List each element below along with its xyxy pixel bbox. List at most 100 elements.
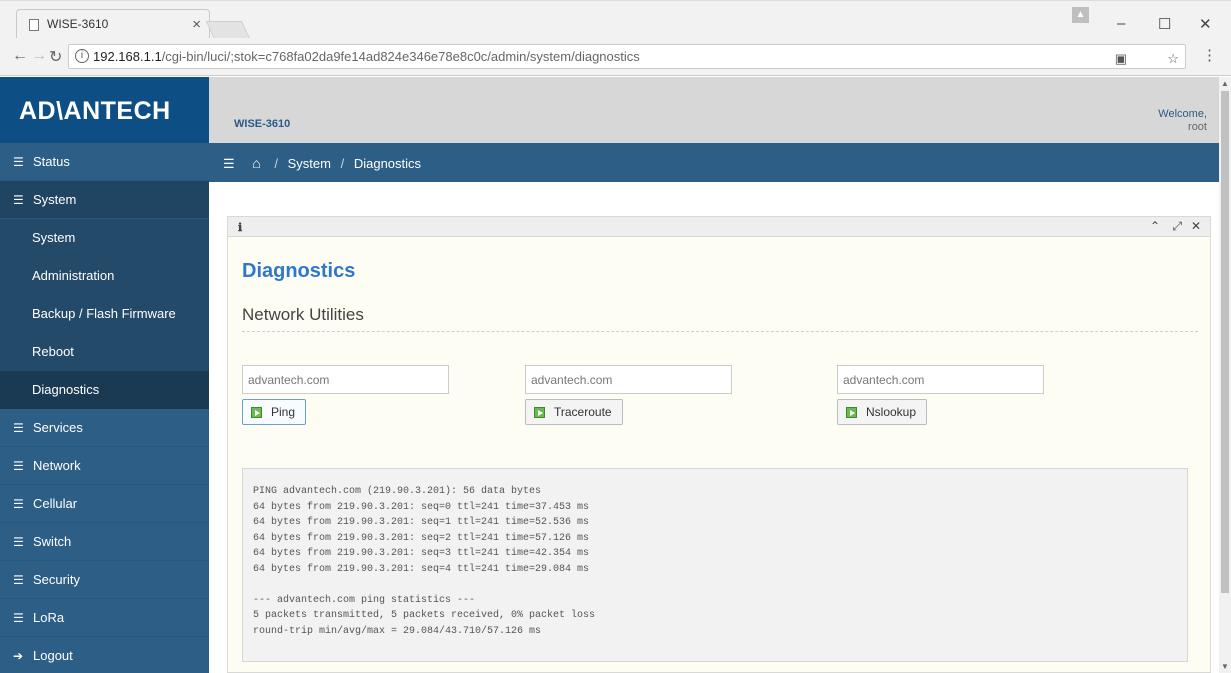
output-line: 64 bytes from 219.90.3.201: seq=4 ttl=24… bbox=[253, 563, 590, 575]
sidebar: ☰ Status ☰ System System Administration Ba… bbox=[0, 143, 209, 673]
info-icon: ℹ bbox=[238, 222, 243, 234]
document-icon bbox=[29, 19, 39, 31]
sidebar-item-switch[interactable]: ☰ Switch bbox=[0, 523, 209, 561]
maximize-icon[interactable]: ☐ bbox=[1158, 15, 1171, 33]
breadcrumb: ☰ ⌂ / System / Diagnostics bbox=[209, 143, 1219, 182]
diagnostics-panel: ℹ ⌃ ⤢ ✕ Diagnostics Network Utilities Pi… bbox=[227, 216, 1211, 673]
panel-header: ℹ ⌃ ⤢ ✕ bbox=[228, 217, 1210, 237]
output-line: round-trip min/avg/max = 29.084/43.710/5… bbox=[253, 625, 542, 637]
sidebar-item-logout[interactable]: ➔ Logout bbox=[0, 637, 209, 673]
play-icon bbox=[251, 406, 262, 418]
hamburger-menu-icon[interactable]: ☰ bbox=[223, 156, 235, 171]
expand-icon[interactable]: ⤢ bbox=[1172, 219, 1182, 234]
button-label: Traceroute bbox=[554, 405, 612, 419]
page-header: AD\ANTECH WISE-3610 Welcome, root bbox=[0, 77, 1219, 143]
list-icon: ☰ bbox=[13, 535, 24, 549]
sidebar-item-status[interactable]: ☰ Status bbox=[0, 143, 209, 181]
close-window-icon[interactable]: ✕ bbox=[1199, 15, 1212, 33]
new-tab-button[interactable] bbox=[205, 21, 251, 39]
collapse-icon[interactable]: ⌃ bbox=[1150, 219, 1160, 233]
forward-arrow-icon[interactable]: → bbox=[31, 47, 47, 65]
list-icon: ☰ bbox=[13, 155, 24, 169]
output-line: 64 bytes from 219.90.3.201: seq=1 ttl=24… bbox=[253, 517, 590, 528]
breadcrumb-system[interactable]: System bbox=[288, 156, 331, 171]
breadcrumb-current: Diagnostics bbox=[353, 156, 422, 171]
submenu-item-system[interactable]: System bbox=[0, 219, 209, 257]
list-icon: ☰ bbox=[13, 421, 24, 435]
sidebar-item-network[interactable]: ☰ Network bbox=[0, 447, 209, 485]
sidebar-item-label: Logout bbox=[33, 648, 73, 663]
sidebar-item-label: Switch bbox=[33, 534, 72, 549]
advantech-logo[interactable]: AD\ANTECH bbox=[0, 77, 209, 143]
list-icon: ☰ bbox=[13, 611, 24, 625]
sidebar-item-label: LoRa bbox=[33, 610, 65, 625]
page-scrollbar[interactable]: ▲ ▼ bbox=[1219, 77, 1231, 673]
tab-title: WISE-3610 bbox=[47, 17, 109, 31]
sidebar-item-services[interactable]: ☰ Services bbox=[0, 409, 209, 447]
output-line: 64 bytes from 219.90.3.201: seq=0 ttl=24… bbox=[253, 501, 590, 513]
output-line: ​ bbox=[253, 577, 1187, 593]
nslookup-button[interactable]: Nslookup bbox=[837, 399, 928, 425]
translate-icon[interactable]: ▣ bbox=[1115, 51, 1127, 67]
submenu-item-backup-flash[interactable]: Backup / Flash Firmware bbox=[0, 295, 209, 333]
profile-icon[interactable]: ▲ bbox=[1072, 7, 1089, 23]
sidebar-item-system[interactable]: ☰ System bbox=[0, 181, 209, 219]
list-icon: ☰ bbox=[13, 497, 24, 511]
traceroute-host-input[interactable] bbox=[525, 365, 732, 394]
sidebar-item-label: Cellular bbox=[33, 496, 78, 511]
home-icon[interactable]: ⌂ bbox=[252, 155, 260, 171]
info-icon[interactable]: i bbox=[75, 49, 89, 63]
scroll-down-icon[interactable]: ▼ bbox=[1221, 662, 1229, 671]
browser-menu-icon[interactable]: ⋮ bbox=[1202, 46, 1217, 64]
list-icon: ☰ bbox=[13, 193, 24, 207]
reload-icon[interactable]: ↻ bbox=[49, 47, 62, 67]
list-icon: ☰ bbox=[13, 459, 24, 473]
url-host: 192.168.1.1 bbox=[93, 49, 162, 64]
nslookup-host-input[interactable] bbox=[837, 365, 1044, 394]
button-label: Ping bbox=[271, 405, 296, 419]
url-field[interactable]: i 192.168.1.1/cgi-bin/luci/;stok=c768fa0… bbox=[68, 44, 1186, 69]
welcome-label: Welcome, bbox=[1158, 108, 1207, 120]
address-bar-row: ← → ↻ i 192.168.1.1/cgi-bin/luci/;stok=c… bbox=[0, 38, 1231, 76]
list-icon: ☰ bbox=[13, 573, 24, 587]
scrollbar-thumb[interactable] bbox=[1221, 91, 1229, 593]
output-line: 64 bytes from 219.90.3.201: seq=2 ttl=24… bbox=[253, 532, 590, 544]
page-title: Diagnostics bbox=[242, 260, 356, 282]
sidebar-item-label: Services bbox=[33, 420, 83, 435]
welcome-text: Welcome, root bbox=[1158, 108, 1207, 134]
url-path: /cgi-bin/luci/;stok=c768fa02da9fe14ad824… bbox=[161, 49, 640, 64]
ping-host-input[interactable] bbox=[242, 365, 449, 394]
sidebar-item-lora[interactable]: ☰ LoRa bbox=[0, 599, 209, 637]
browser-tab-strip: WISE-3610 × ▲ – ☐ ✕ bbox=[0, 0, 1231, 39]
system-submenu: System Administration Backup / Flash Fir… bbox=[0, 219, 209, 409]
submenu-item-diagnostics[interactable]: Diagnostics bbox=[0, 371, 209, 409]
play-icon bbox=[534, 406, 545, 418]
output-line: 5 packets transmitted, 5 packets receive… bbox=[253, 610, 596, 621]
sidebar-item-label: System bbox=[33, 192, 77, 207]
username: root bbox=[1188, 121, 1207, 133]
play-icon bbox=[846, 406, 857, 418]
sidebar-item-label: Status bbox=[33, 154, 70, 169]
browser-tab[interactable]: WISE-3610 × bbox=[16, 9, 210, 39]
logout-icon: ➔ bbox=[13, 649, 24, 663]
back-arrow-icon[interactable]: ← bbox=[12, 47, 28, 65]
minimize-icon[interactable]: – bbox=[1117, 15, 1125, 32]
sidebar-item-label: Network bbox=[33, 458, 81, 473]
command-output: PING advantech.com (219.90.3.201): 56 da… bbox=[242, 468, 1188, 662]
traceroute-button[interactable]: Traceroute bbox=[525, 399, 623, 425]
sidebar-item-cellular[interactable]: ☰ Cellular bbox=[0, 485, 209, 523]
close-panel-icon[interactable]: ✕ bbox=[1191, 219, 1201, 233]
output-line: 64 bytes from 219.90.3.201: seq=3 ttl=24… bbox=[253, 548, 590, 559]
scroll-up-icon[interactable]: ▲ bbox=[1221, 79, 1229, 88]
submenu-item-reboot[interactable]: Reboot bbox=[0, 333, 209, 371]
close-tab-icon[interactable]: × bbox=[192, 16, 201, 33]
output-line: PING advantech.com (219.90.3.201): 56 da… bbox=[253, 486, 542, 497]
submenu-item-administration[interactable]: Administration bbox=[0, 257, 209, 295]
breadcrumb-separator: / bbox=[274, 156, 278, 171]
breadcrumb-separator: / bbox=[340, 156, 345, 171]
sidebar-item-security[interactable]: ☰ Security bbox=[0, 561, 209, 599]
button-label: Nslookup bbox=[866, 405, 917, 419]
device-name: WISE-3610 bbox=[234, 118, 291, 130]
ping-button[interactable]: Ping bbox=[242, 399, 307, 425]
bookmark-star-icon[interactable]: ☆ bbox=[1167, 51, 1179, 67]
